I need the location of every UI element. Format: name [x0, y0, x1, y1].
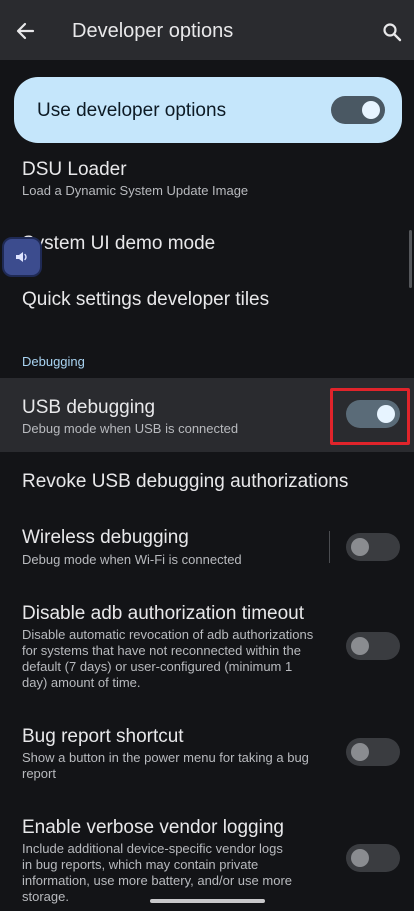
volume-icon [16, 252, 27, 262]
adb-timeout-subtitle-line: for systems that have not reconnected wi… [22, 643, 301, 658]
debugging-section-header: Debugging [22, 354, 85, 369]
use-developer-options-toggle[interactable] [331, 96, 385, 124]
scrollbar-thumb[interactable] [409, 230, 412, 288]
bug-report-shortcut-toggle[interactable] [346, 738, 400, 766]
adb-timeout-subtitle-line: default (7 days) or user-configured (min… [22, 659, 293, 674]
annotation-highlight-box [330, 388, 410, 445]
use-developer-options-label: Use developer options [37, 100, 227, 121]
search-icon [383, 23, 402, 42]
back-button[interactable] [12, 18, 38, 44]
system-ui-demo-mode-item[interactable]: System UI demo mode [0, 222, 414, 266]
wireless-debugging-subtitle: Debug mode when Wi-Fi is connected [22, 552, 242, 567]
verbose-vendor-logging-subtitle-line: Include additional device-specific vendo… [22, 841, 283, 856]
dsu-loader-subtitle: Load a Dynamic System Update Image [22, 183, 249, 198]
wireless-debugging-toggle[interactable] [346, 533, 400, 561]
toggle-knob [362, 101, 380, 119]
usb-debugging-subtitle: Debug mode when USB is connected [22, 421, 239, 436]
toggle-knob [351, 849, 369, 867]
bug-report-shortcut-item[interactable]: Bug report shortcut Show a button in the… [0, 722, 414, 784]
adb-timeout-toggle[interactable] [346, 632, 400, 660]
wireless-debugging-item[interactable]: Wireless debugging Debug mode when Wi-Fi… [0, 520, 414, 572]
dsu-loader-title: DSU Loader [22, 159, 127, 180]
bug-report-shortcut-subtitle-line: report [22, 766, 56, 781]
revoke-usb-authorizations-title: Revoke USB debugging authorizations [22, 471, 349, 492]
search-button[interactable] [380, 20, 404, 44]
verbose-vendor-logging-toggle[interactable] [346, 844, 400, 872]
app-bar: Developer options [0, 0, 414, 60]
bug-report-shortcut-subtitle-line: Show a button in the power menu for taki… [22, 750, 309, 765]
system-ui-demo-mode-title: System UI demo mode [22, 233, 216, 254]
toggle-knob [351, 637, 369, 655]
gesture-nav-handle[interactable] [150, 899, 265, 903]
dsu-loader-item[interactable]: DSU Loader Load a Dynamic System Update … [0, 152, 414, 208]
verbose-vendor-logging-title: Enable verbose vendor logging [22, 817, 284, 838]
toggle-knob [351, 538, 369, 556]
revoke-usb-authorizations-item[interactable]: Revoke USB debugging authorizations [0, 462, 414, 502]
adb-timeout-title: Disable adb authorization timeout [22, 603, 305, 624]
toggle-knob [351, 743, 369, 761]
page-title: Developer options [72, 20, 234, 42]
verbose-vendor-logging-subtitle-line: in bug reports, which may contain privat… [22, 857, 259, 872]
adb-timeout-subtitle-line: Disable automatic revocation of adb auth… [22, 627, 314, 642]
bug-report-shortcut-title: Bug report shortcut [22, 726, 184, 747]
adb-timeout-item[interactable]: Disable adb authorization timeout Disabl… [0, 598, 414, 694]
arrow-left-icon [16, 22, 35, 40]
verbose-vendor-logging-subtitle-line: storage. [22, 889, 69, 904]
verbose-vendor-logging-subtitle-line: information, use more battery, and/or us… [22, 873, 292, 888]
vertical-divider [329, 531, 330, 563]
floating-volume-bubble[interactable] [2, 237, 42, 277]
adb-timeout-subtitle-line: day) amount of time. [22, 675, 141, 690]
wireless-debugging-title: Wireless debugging [22, 527, 189, 548]
quick-settings-tiles-title: Quick settings developer tiles [22, 289, 270, 310]
quick-settings-tiles-item[interactable]: Quick settings developer tiles [0, 278, 414, 322]
usb-debugging-title: USB debugging [22, 397, 156, 418]
use-developer-options-card[interactable]: Use developer options [14, 77, 402, 143]
verbose-vendor-logging-item[interactable]: Enable verbose vendor logging Include ad… [0, 813, 414, 905]
